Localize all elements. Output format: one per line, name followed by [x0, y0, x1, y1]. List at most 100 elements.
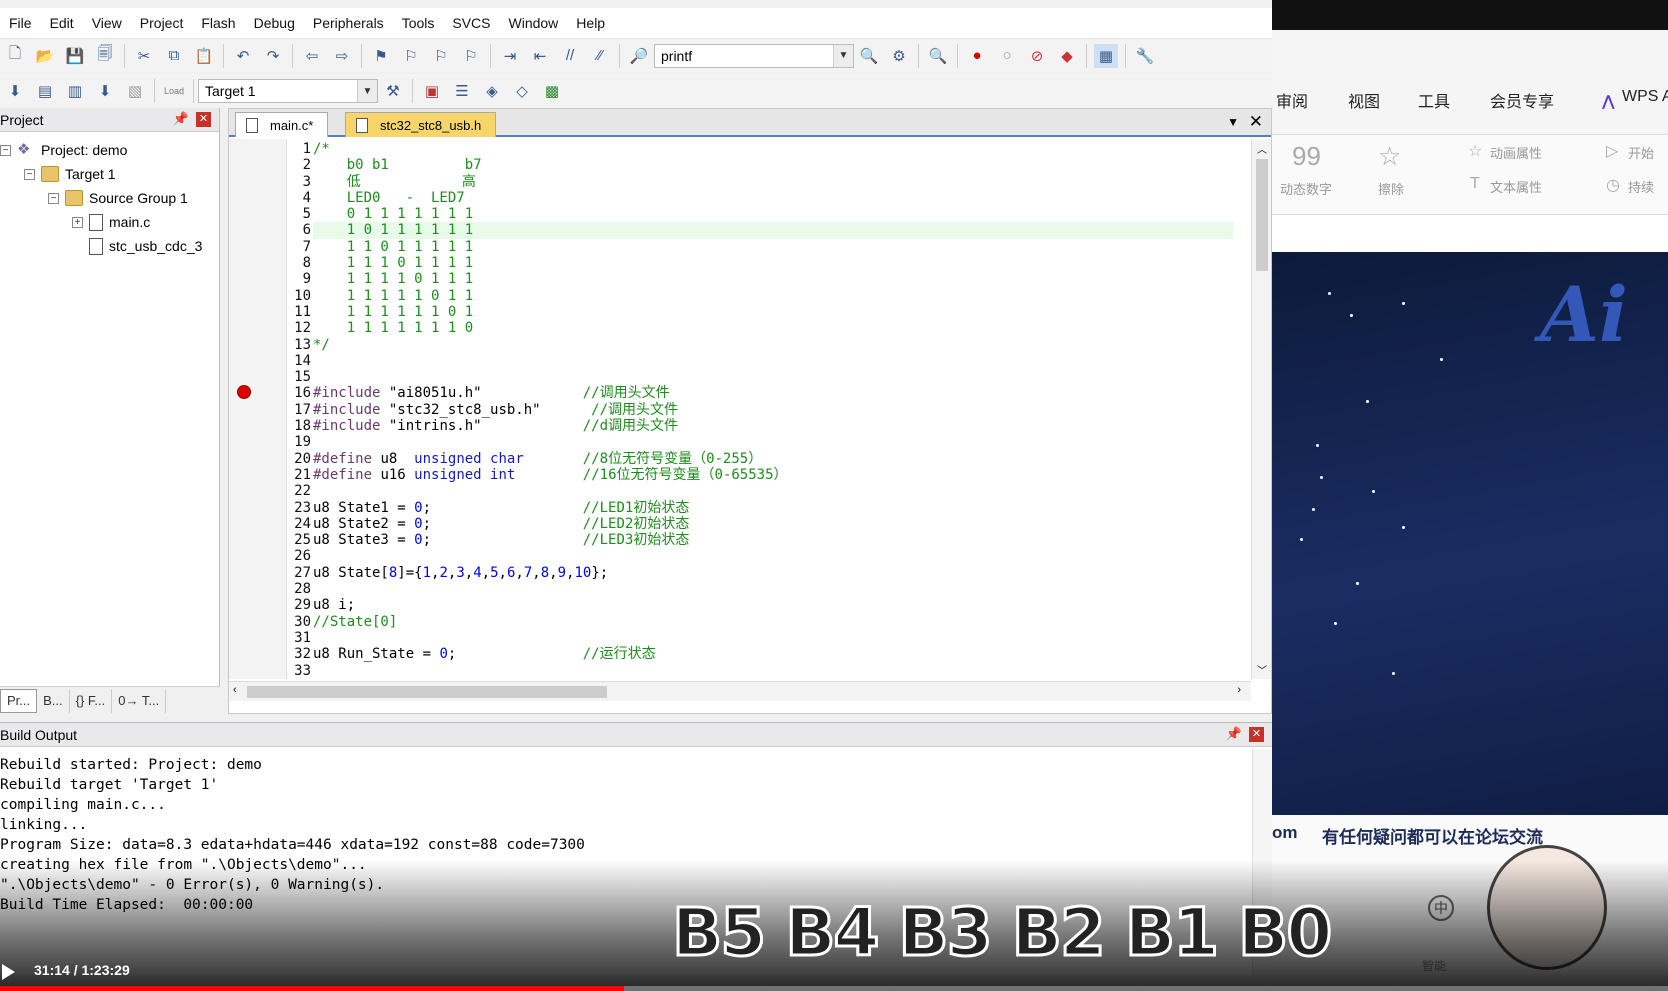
code-line[interactable]: #include "intrins.h" //d调用头文件	[313, 418, 1233, 434]
code-line[interactable]: #define u16 unsigned int //16位无符号变量（0-65…	[313, 467, 1233, 483]
play-icon[interactable]	[2, 964, 15, 980]
code-line[interactable]: b0 b1 b7	[313, 157, 1233, 173]
bookmark-next-icon[interactable]: ⚐	[429, 44, 453, 68]
code-line[interactable]: /*	[313, 141, 1233, 157]
debug-session-icon[interactable]: 🔍	[926, 44, 950, 68]
scroll-up-icon[interactable]: ︿	[1257, 141, 1267, 156]
ribbon-btn-erase[interactable]: 擦除	[1378, 179, 1404, 198]
translate-icon[interactable]: ⬇	[3, 79, 27, 103]
code-line[interactable]: 1 1 0 1 1 1 1 1	[313, 239, 1233, 255]
nav-back-icon[interactable]: ⇦	[300, 44, 324, 68]
close-icon[interactable]: ✕	[1249, 112, 1263, 132]
bookmark-clear-icon[interactable]: ⚐	[459, 44, 483, 68]
tab-list-dropdown-icon[interactable]: ▼	[1227, 115, 1239, 129]
collapse-icon[interactable]: −	[0, 144, 11, 156]
wps-tab-review[interactable]: 审阅	[1276, 88, 1308, 112]
code-line[interactable]	[313, 353, 1233, 369]
menu-view[interactable]: View	[83, 15, 131, 31]
manage-components-icon[interactable]: ☰	[450, 79, 474, 103]
menu-flash[interactable]: Flash	[192, 15, 244, 31]
tab-project[interactable]: Pr...	[0, 688, 38, 713]
menu-file[interactable]: File	[0, 15, 41, 31]
tab-functions[interactable]: {} F...	[70, 688, 113, 713]
file-extensions-icon[interactable]: ▣	[420, 79, 444, 103]
code-line[interactable]: #include "stc32_stc8_usb.h" //调用头文件	[313, 402, 1233, 418]
save-all-icon[interactable]: 🗐	[93, 44, 117, 68]
code-line[interactable]	[313, 581, 1233, 597]
target-options-icon[interactable]: ⚒	[381, 79, 405, 103]
menu-tools[interactable]: Tools	[393, 15, 444, 31]
code-line[interactable]: //State[0]	[313, 614, 1233, 630]
rebuild-icon[interactable]: ▥	[63, 79, 87, 103]
tab-templates[interactable]: 0→ T...	[112, 688, 167, 713]
chevron-down-icon[interactable]: ▼	[357, 80, 377, 102]
comment-icon[interactable]: //	[558, 44, 582, 68]
bookmark-icon[interactable]: ⚑	[369, 44, 393, 68]
uncomment-icon[interactable]: ⁄⁄	[588, 44, 612, 68]
redo-icon[interactable]: ↷	[261, 44, 285, 68]
tab-stc32-stc8-usb-h[interactable]: stc32_stc8_usb.h	[345, 112, 497, 137]
code-line[interactable]: u8 Run_State = 0; //运行状态	[313, 646, 1233, 662]
scroll-left-icon[interactable]: ‹	[233, 684, 237, 696]
kill-all-breakpoints-icon[interactable]: ◆	[1055, 44, 1079, 68]
code-line[interactable]: u8 State3 = 0; //LED3初始状态	[313, 532, 1233, 548]
editor-vscrollbar[interactable]: ︿ ﹀	[1251, 139, 1271, 679]
code-area[interactable]: /* b0 b1 b7 低 高 LED0 - LED7 0 1 1 1 1 1 …	[313, 141, 1233, 679]
code-line[interactable]: 1 1 1 1 1 1 0 1	[313, 304, 1233, 320]
code-line[interactable]	[313, 663, 1233, 679]
code-line[interactable]: 1 1 1 1 1 0 1 1	[313, 288, 1233, 304]
tree-item-source-group[interactable]: − Source Group 1	[48, 186, 188, 210]
menu-edit[interactable]: Edit	[41, 15, 83, 31]
enable-breakpoint-icon[interactable]: ○	[995, 44, 1019, 68]
code-line[interactable]: LED0 - LED7	[313, 190, 1233, 206]
close-icon[interactable]: ✕	[1249, 727, 1264, 742]
disable-all-breakpoints-icon[interactable]: ⊘	[1025, 44, 1049, 68]
menu-project[interactable]: Project	[131, 15, 193, 31]
load-icon[interactable]: Load	[162, 79, 186, 103]
tree-item-main-c[interactable]: + main.c	[72, 210, 150, 234]
code-line[interactable]: u8 State2 = 0; //LED2初始状态	[313, 516, 1233, 532]
ribbon-btn-dynamic-number[interactable]: 动态数字	[1280, 179, 1332, 198]
scroll-thumb[interactable]	[1256, 159, 1268, 271]
menu-peripherals[interactable]: Peripherals	[304, 15, 393, 31]
code-line[interactable]: u8 State[8]={1,2,3,4,5,6,7,8,9,10};	[313, 565, 1233, 581]
unindent-icon[interactable]: ⇤	[528, 44, 552, 68]
code-line[interactable]	[313, 630, 1233, 646]
tree-item-stc-usb[interactable]: stc_usb_cdc_3	[89, 234, 202, 258]
tab-books[interactable]: B...	[37, 688, 70, 713]
code-line[interactable]: u8 State1 = 0; //LED1初始状态	[313, 500, 1233, 516]
new-file-icon[interactable]: 🗋	[3, 44, 27, 68]
find-icon[interactable]: 🔍	[857, 44, 881, 68]
bookmark-prev-icon[interactable]: ⚐	[399, 44, 423, 68]
incremental-find-icon[interactable]: ⚙	[887, 44, 911, 68]
tree-item-target[interactable]: − Target 1	[24, 162, 116, 186]
tab-main-c[interactable]: main.c*	[235, 112, 329, 137]
editor-hscrollbar[interactable]: ‹ ›	[229, 681, 1251, 701]
code-line[interactable]	[313, 483, 1233, 499]
insert-breakpoint-icon[interactable]: ●	[965, 44, 989, 68]
pin-icon[interactable]: 📌	[173, 111, 189, 127]
code-line[interactable]: 1 1 1 1 1 1 1 0	[313, 320, 1233, 336]
code-line[interactable]	[313, 548, 1233, 564]
open-folder-icon[interactable]: 📂	[33, 44, 57, 68]
ribbon-btn-start[interactable]: 开始	[1628, 143, 1654, 162]
batch-build-icon[interactable]: ⬇	[93, 79, 117, 103]
stop-build-icon[interactable]: ▧	[123, 79, 147, 103]
find-combo[interactable]: printf ▼	[654, 43, 854, 68]
target-combo[interactable]: Target 1 ▼	[198, 79, 378, 103]
tree-item-project[interactable]: − ❖ Project: demo	[0, 138, 127, 162]
code-line[interactable]	[313, 434, 1233, 450]
copy-icon[interactable]: ⧉	[162, 44, 186, 68]
window-layout-icon[interactable]: ▦	[1094, 43, 1118, 68]
menu-help[interactable]: Help	[567, 15, 614, 31]
menu-svcs[interactable]: SVCS	[443, 15, 499, 31]
run-time-environment-icon[interactable]: ▩	[540, 79, 564, 103]
scroll-thumb[interactable]	[247, 686, 607, 698]
code-line[interactable]: 1 1 1 0 1 1 1 1	[313, 255, 1233, 271]
pin-icon[interactable]: 📌	[1226, 726, 1242, 742]
save-icon[interactable]: 💾	[63, 44, 87, 68]
code-line[interactable]: 低 高	[313, 174, 1233, 190]
configure-icon[interactable]: 🔧	[1133, 44, 1157, 68]
ribbon-btn-text-props[interactable]: 文本属性	[1490, 177, 1542, 196]
code-line[interactable]: #define u8 unsigned char //8位无符号变量（0-255…	[313, 451, 1233, 467]
